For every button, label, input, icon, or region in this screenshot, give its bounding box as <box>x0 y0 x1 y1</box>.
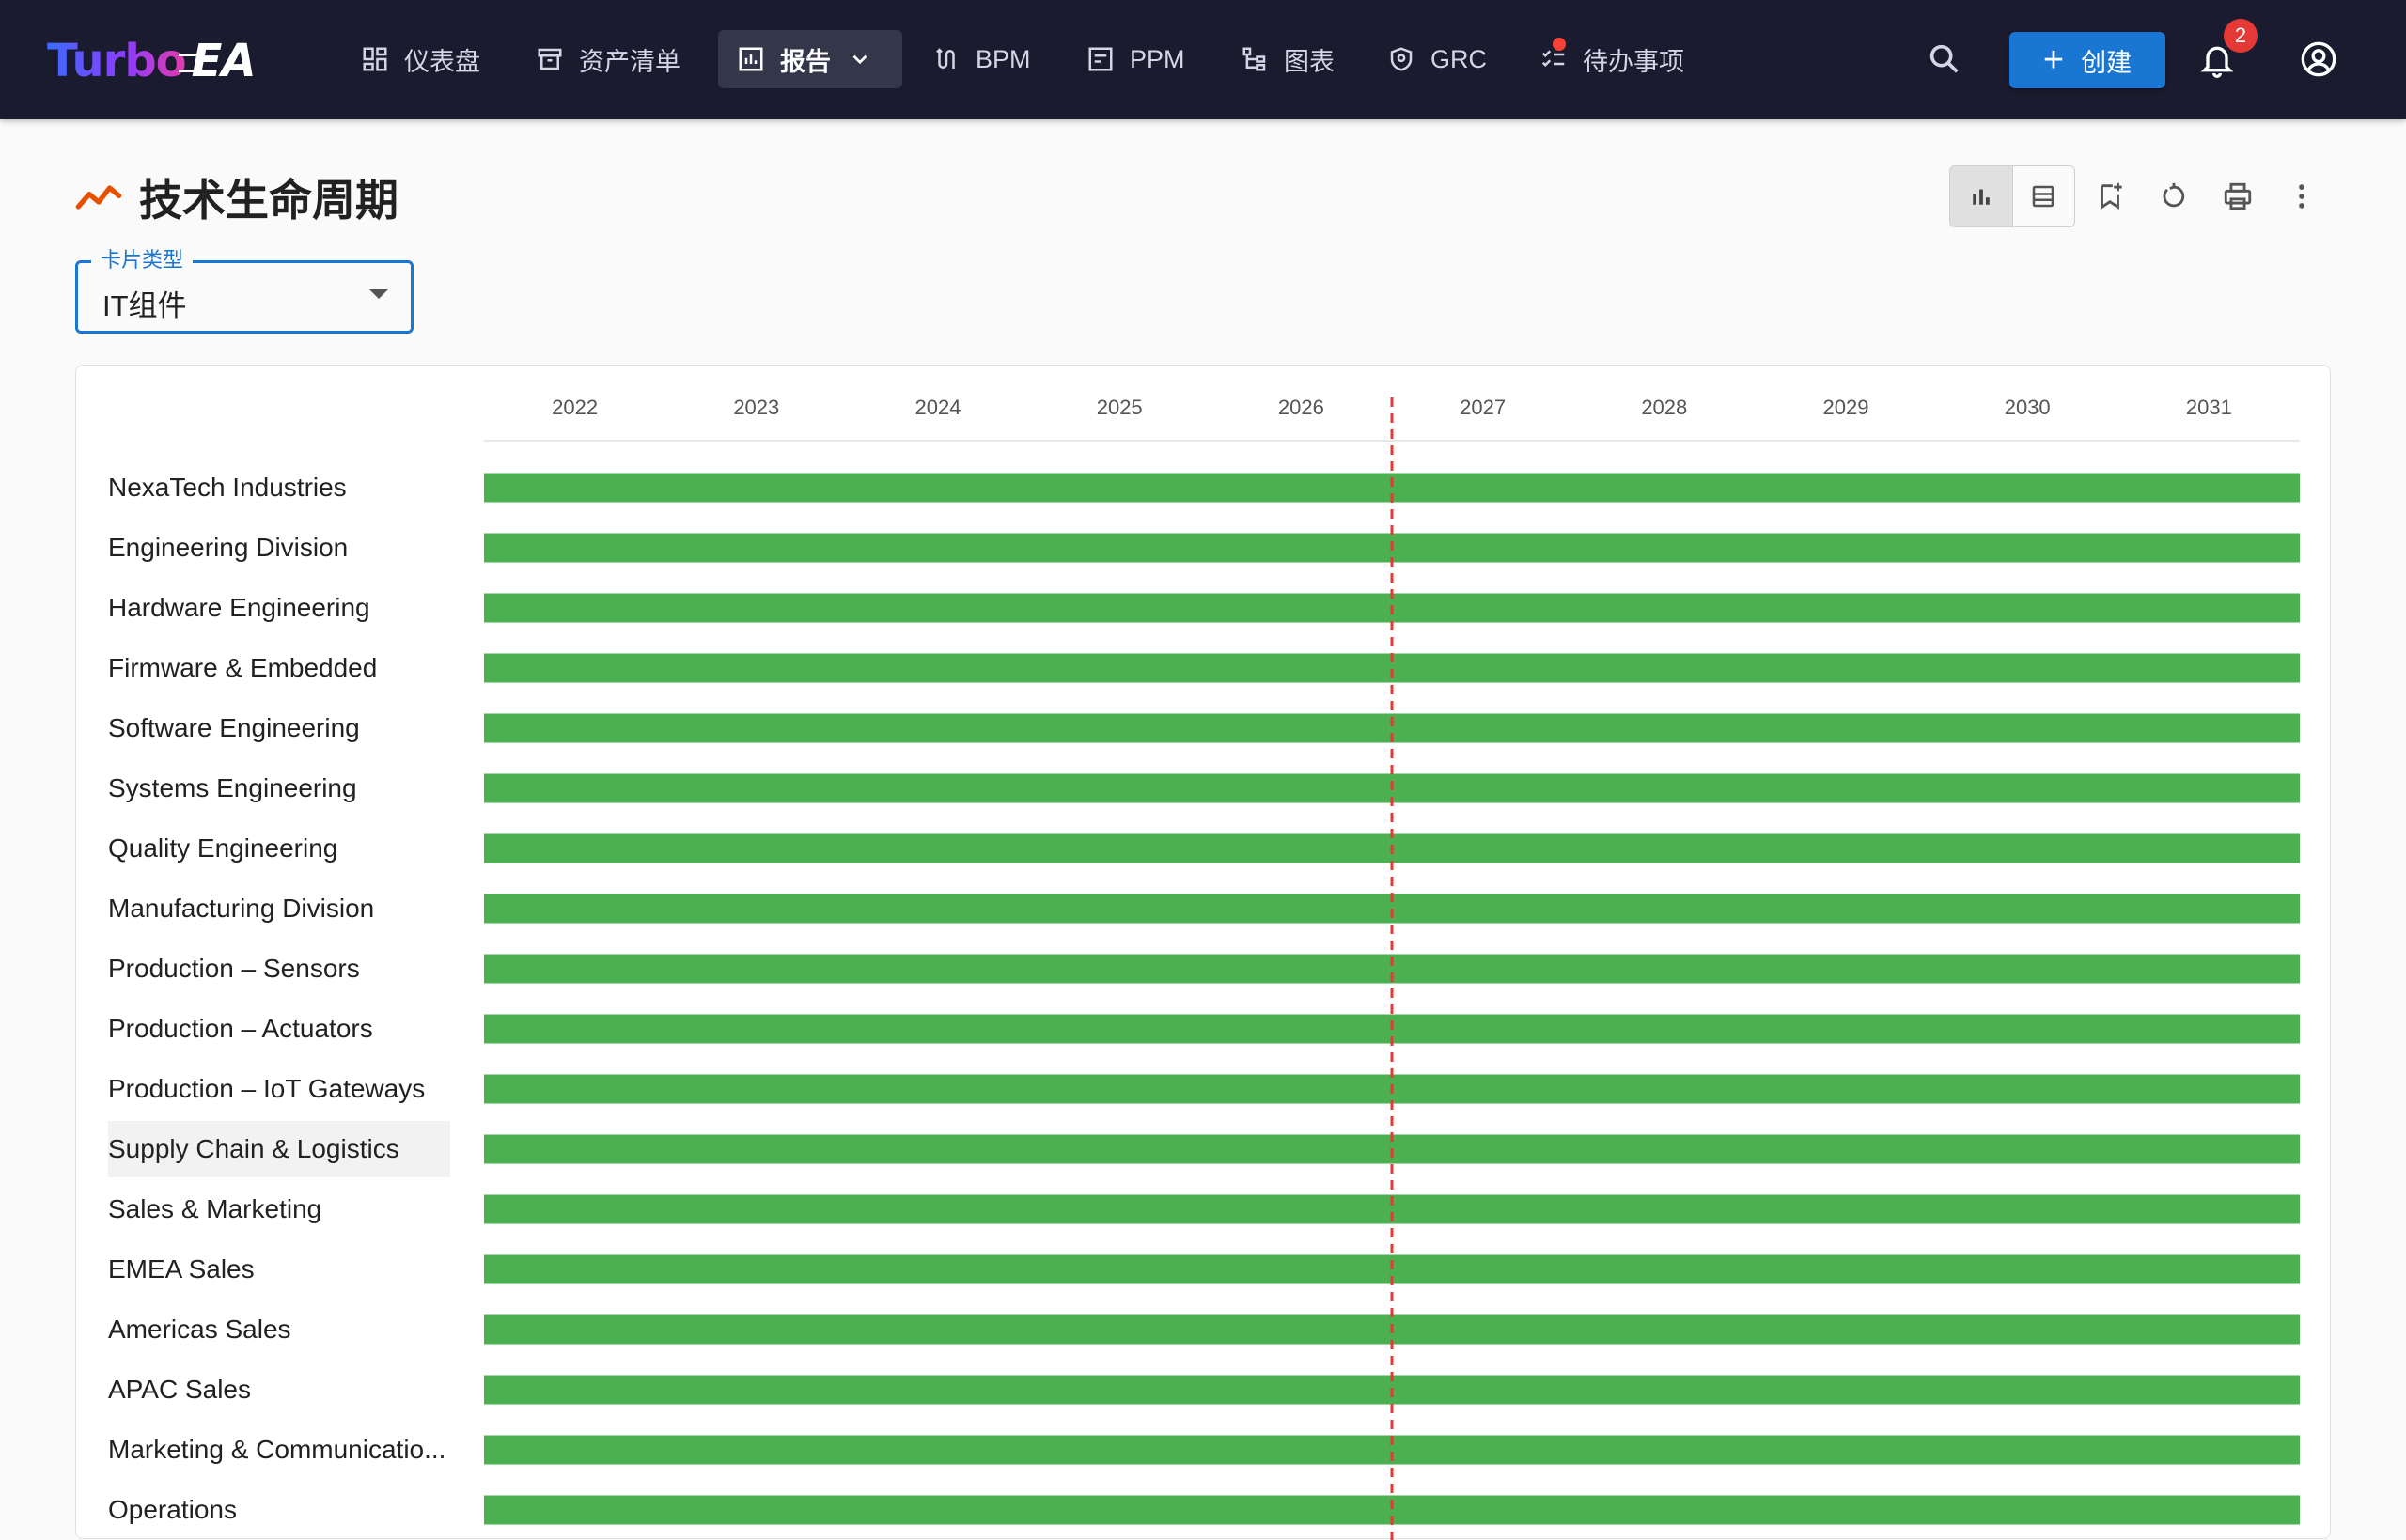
lifecycle-chart-card: 2022 2023 2024 2025 2026 2027 2028 2029 2030 2031… <box>75 365 2331 1540</box>
row-label[interactable]: Supply Chain & Logistics <box>108 1121 450 1177</box>
dropdown-arrow-icon <box>369 289 388 299</box>
row-label[interactable]: Manufacturing Division <box>108 880 450 937</box>
row-label[interactable]: Marketing & Communicatio... <box>108 1422 450 1478</box>
create-button[interactable]: + 创建 <box>2009 32 2165 88</box>
account-circle-icon <box>2301 41 2336 77</box>
year-tick-label: 2024 <box>915 396 961 419</box>
year-tick-label: 2030 <box>2005 396 2051 419</box>
year-tick-label: 2026 <box>1278 396 1324 419</box>
report-icon <box>739 47 763 71</box>
top-navigation-bar: Turbo EA 仪表盘 资产清单 报告 BPM PPM 图表 GRC 待办事项… <box>0 0 2406 119</box>
nav-item-bpm[interactable]: BPM <box>914 30 1050 88</box>
row-label[interactable]: EMEA Sales <box>108 1241 450 1298</box>
trending-line-icon <box>75 185 122 210</box>
row-label[interactable]: NexaTech Industries <box>108 459 450 516</box>
page-title: 技术生命周期 <box>75 169 398 226</box>
more-vert-icon <box>2299 184 2304 209</box>
row-label[interactable]: Firmware & Embedded <box>108 640 450 696</box>
year-tick-label: 2022 <box>552 396 598 419</box>
plus-icon: + <box>2042 40 2065 80</box>
table-icon <box>2033 185 2054 208</box>
row-label[interactable]: Production – IoT Gateways <box>108 1061 450 1117</box>
year-tick-label: 2023 <box>733 396 779 419</box>
print-button[interactable] <box>2216 175 2259 218</box>
reset-icon <box>2163 182 2185 208</box>
todo-icon <box>1541 50 1565 68</box>
table-view-toggle[interactable] <box>2011 166 2075 226</box>
nav-item-reports[interactable]: 报告 <box>718 30 902 88</box>
row-label[interactable]: Operations <box>108 1482 450 1538</box>
nav-item-inventory[interactable]: 资产清单 <box>517 30 699 88</box>
row-label[interactable]: APAC Sales <box>108 1361 450 1418</box>
row-label[interactable]: Hardware Engineering <box>108 580 450 636</box>
card-type-value: IT组件 <box>102 289 187 322</box>
account-button[interactable] <box>2295 36 2342 83</box>
bookmark-add-icon <box>2101 182 2122 210</box>
diagram-icon <box>1242 47 1266 71</box>
search-icon <box>1929 44 1959 73</box>
card-type-select[interactable]: 卡片类型 IT组件 <box>75 248 414 334</box>
year-tick-label: 2029 <box>1823 396 1869 419</box>
view-toggle-group <box>1949 165 2075 227</box>
row-label[interactable]: Americas Sales <box>108 1301 450 1358</box>
notification-badge: 2 <box>2224 19 2258 53</box>
nav-item-dashboard[interactable]: 仪表盘 <box>342 30 499 88</box>
year-tick-label: 2027 <box>1460 396 1506 419</box>
row-label[interactable]: Engineering Division <box>108 520 450 576</box>
year-tick-label: 2031 <box>2186 396 2232 419</box>
row-label[interactable]: Production – Sensors <box>108 941 450 997</box>
search-button[interactable] <box>1921 36 1968 83</box>
chevron-down-icon <box>852 54 867 65</box>
chart-view-toggle[interactable] <box>1950 166 2012 226</box>
more-options-button[interactable] <box>2280 175 2323 218</box>
year-tick-label: 2025 <box>1097 396 1143 419</box>
reset-button[interactable] <box>2152 175 2195 218</box>
todo-alert-dot <box>1553 38 1566 51</box>
row-label[interactable]: Production – Actuators <box>108 1001 450 1057</box>
row-label[interactable]: Sales & Marketing <box>108 1181 450 1237</box>
row-label[interactable]: Systems Engineering <box>108 760 450 817</box>
bar-chart-icon <box>1973 189 1990 205</box>
nav-item-ppm[interactable]: PPM <box>1068 30 1204 88</box>
card-type-legend: 卡片类型 <box>91 248 194 272</box>
row-label[interactable]: Software Engineering <box>108 700 450 756</box>
nav-item-grc[interactable]: GRC <box>1368 30 1506 88</box>
ppm-icon <box>1088 47 1113 71</box>
nav-item-diagrams[interactable]: 图表 <box>1222 30 1353 88</box>
inventory-icon <box>538 48 562 70</box>
save-bookmark-button[interactable] <box>2088 175 2132 218</box>
bpm-icon <box>936 48 955 69</box>
nav-item-todo[interactable]: 待办事项 <box>1521 30 1703 88</box>
row-label[interactable]: Quality Engineering <box>108 820 450 877</box>
turbo-ea-logo[interactable]: Turbo EA <box>47 28 257 94</box>
year-tick-label: 2028 <box>1641 396 1687 419</box>
shield-icon <box>1390 47 1413 71</box>
dashboard-icon <box>363 47 387 71</box>
print-icon <box>2224 182 2252 210</box>
